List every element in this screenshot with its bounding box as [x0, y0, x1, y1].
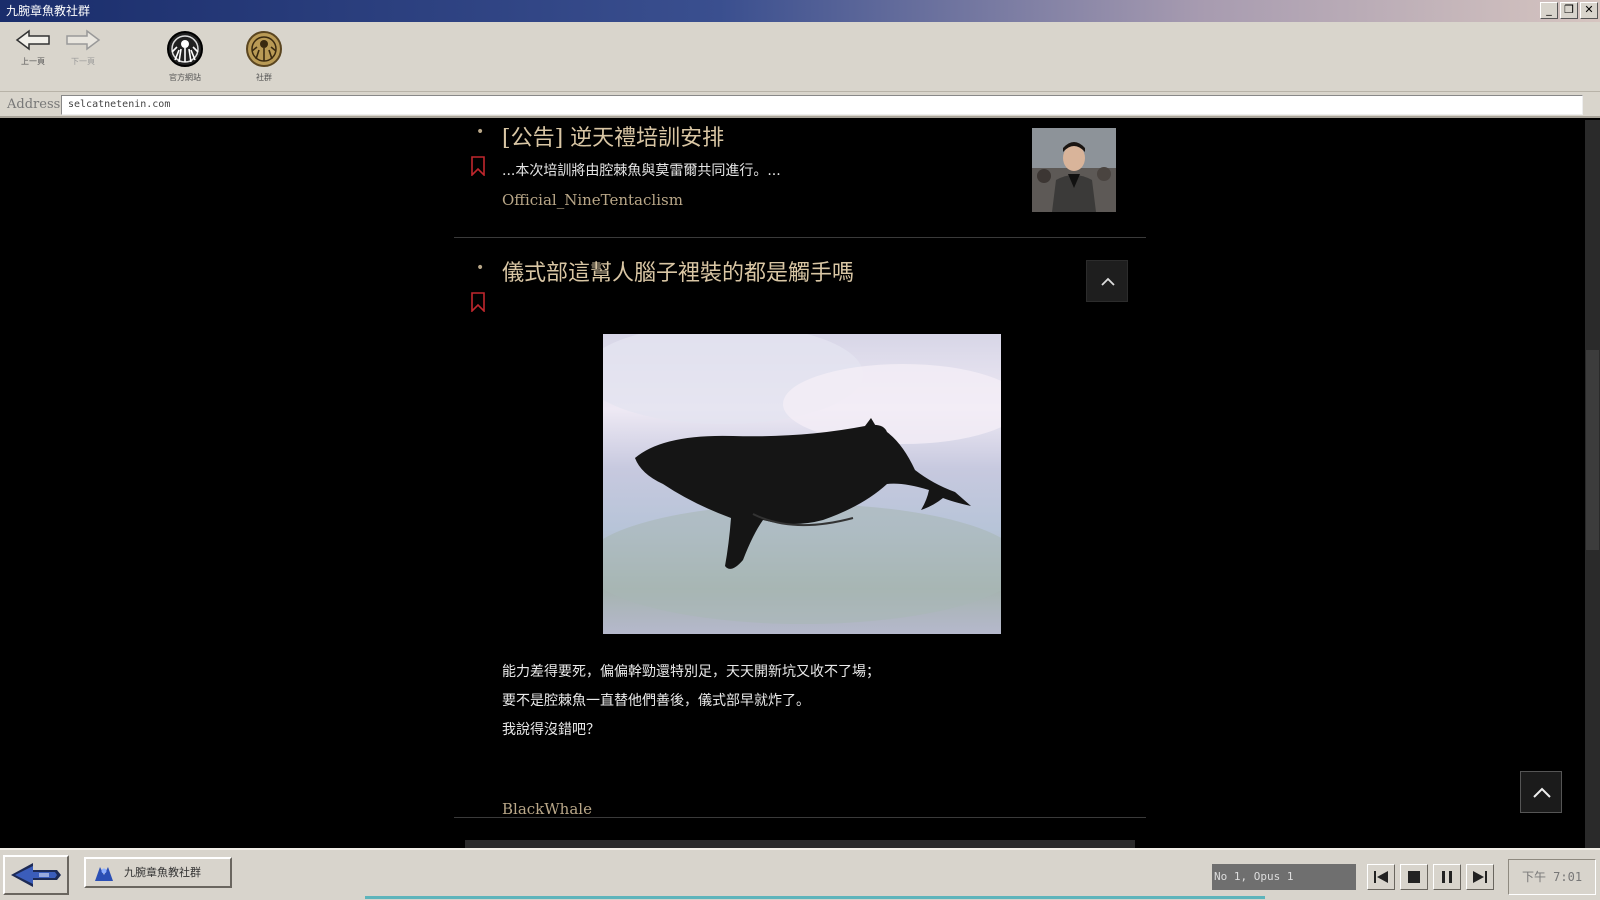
bullet: •	[476, 260, 485, 276]
pause-button[interactable]	[1433, 864, 1461, 890]
window-titlebar: 九腕章魚教社群 _ ❐ ✕	[0, 0, 1600, 22]
app-icon	[95, 867, 113, 881]
post-title[interactable]: 儀式部這幫人腦子裡裝的都是觸手嗎	[502, 255, 854, 287]
whale-illustration	[603, 334, 1001, 624]
octopus-emblem-icon	[167, 31, 203, 67]
collapse-button[interactable]	[1086, 260, 1128, 302]
post-body-line: 要不是腔棘魚一直替他們善後，儀式部早就炸了。	[502, 693, 810, 709]
pause-icon	[1442, 871, 1452, 883]
forward-button[interactable]: 下一頁	[58, 28, 108, 67]
now-playing-display: No 1, Opus 1	[1212, 864, 1356, 890]
post-item: • [公告] 逆天禮培訓安排 ...本次培訓將由腔棘魚與莫雷爾共同進行。... …	[454, 120, 1146, 238]
taskbar: 九腕章魚教社群 No 1, Opus 1 下午 7:01	[0, 848, 1600, 900]
stop-icon	[1408, 871, 1420, 883]
window-controls: _ ❐ ✕	[1540, 2, 1598, 19]
taskbar-accent-line	[365, 896, 1265, 899]
community-label: 社群	[256, 73, 272, 82]
next-icon	[1473, 871, 1487, 883]
back-label: 上一頁	[21, 57, 45, 66]
maximize-button[interactable]: ❐	[1560, 2, 1578, 19]
post-item: • 儀式部這幫人腦子裡裝的都是觸手嗎 能力差得要死，偏偏幹勁還特別足，天天開新坑…	[454, 238, 1146, 818]
taskbar-window-item[interactable]: 九腕章魚教社群	[84, 857, 232, 888]
previous-icon	[1374, 871, 1388, 883]
forward-label: 下一頁	[71, 57, 95, 66]
community-button[interactable]: 社群	[229, 30, 299, 83]
bullet: •	[476, 124, 485, 140]
minimize-button[interactable]: _	[1540, 2, 1558, 19]
bookmark-icon[interactable]	[470, 156, 486, 176]
address-input[interactable]: selcatnetenin.com	[61, 95, 1583, 115]
community-emblem-icon	[246, 31, 282, 67]
taskbar-clock: 下午 7:01	[1508, 859, 1596, 895]
page-scrollbar[interactable]	[1585, 120, 1600, 848]
start-logo-icon	[11, 863, 61, 887]
official-site-label: 官方網站	[169, 73, 201, 82]
bookmark-icon[interactable]	[470, 292, 486, 312]
chevron-up-icon	[1533, 787, 1551, 798]
scroll-to-top-button[interactable]	[1520, 771, 1562, 813]
address-bar: Address selcatnetenin.com	[0, 92, 1600, 118]
official-site-button[interactable]: 官方網站	[150, 30, 220, 83]
window-title: 九腕章魚教社群	[6, 4, 91, 18]
previous-track-button[interactable]	[1367, 864, 1395, 890]
start-button[interactable]	[3, 855, 69, 895]
post-image	[603, 334, 1001, 634]
post-body-line: 我說得沒錯吧？	[502, 722, 600, 738]
taskbar-item-label: 九腕章魚教社群	[124, 866, 201, 879]
post-title[interactable]: [公告] 逆天禮培訓安排	[502, 120, 724, 152]
post-excerpt: ...本次培訓將由腔棘魚與莫雷爾共同進行。...	[502, 163, 781, 179]
arrow-left-icon	[15, 29, 50, 51]
arrow-right-icon	[66, 29, 101, 51]
post-thumbnail[interactable]	[1032, 128, 1116, 212]
stop-button[interactable]	[1400, 864, 1428, 890]
next-track-button[interactable]	[1466, 864, 1494, 890]
browser-toolbar: 上一頁 下一頁 官方網站 社群	[0, 22, 1600, 92]
page-content: • [公告] 逆天禮培訓安排 ...本次培訓將由腔棘魚與莫雷爾共同進行。... …	[2, 120, 1584, 848]
scroll-thumb[interactable]	[1586, 350, 1599, 550]
person-photo	[1032, 128, 1116, 212]
next-post-divider	[465, 840, 1135, 848]
post-author[interactable]: Official_NineTentaclism	[502, 191, 683, 209]
close-button[interactable]: ✕	[1580, 2, 1598, 19]
back-button[interactable]: 上一頁	[8, 28, 58, 67]
chevron-up-icon	[1101, 277, 1115, 286]
address-label: Address	[7, 97, 61, 112]
post-author[interactable]: BlackWhale	[502, 800, 592, 818]
post-body-line: 能力差得要死，偏偏幹勁還特別足，天天開新坑又收不了場；	[502, 664, 880, 680]
